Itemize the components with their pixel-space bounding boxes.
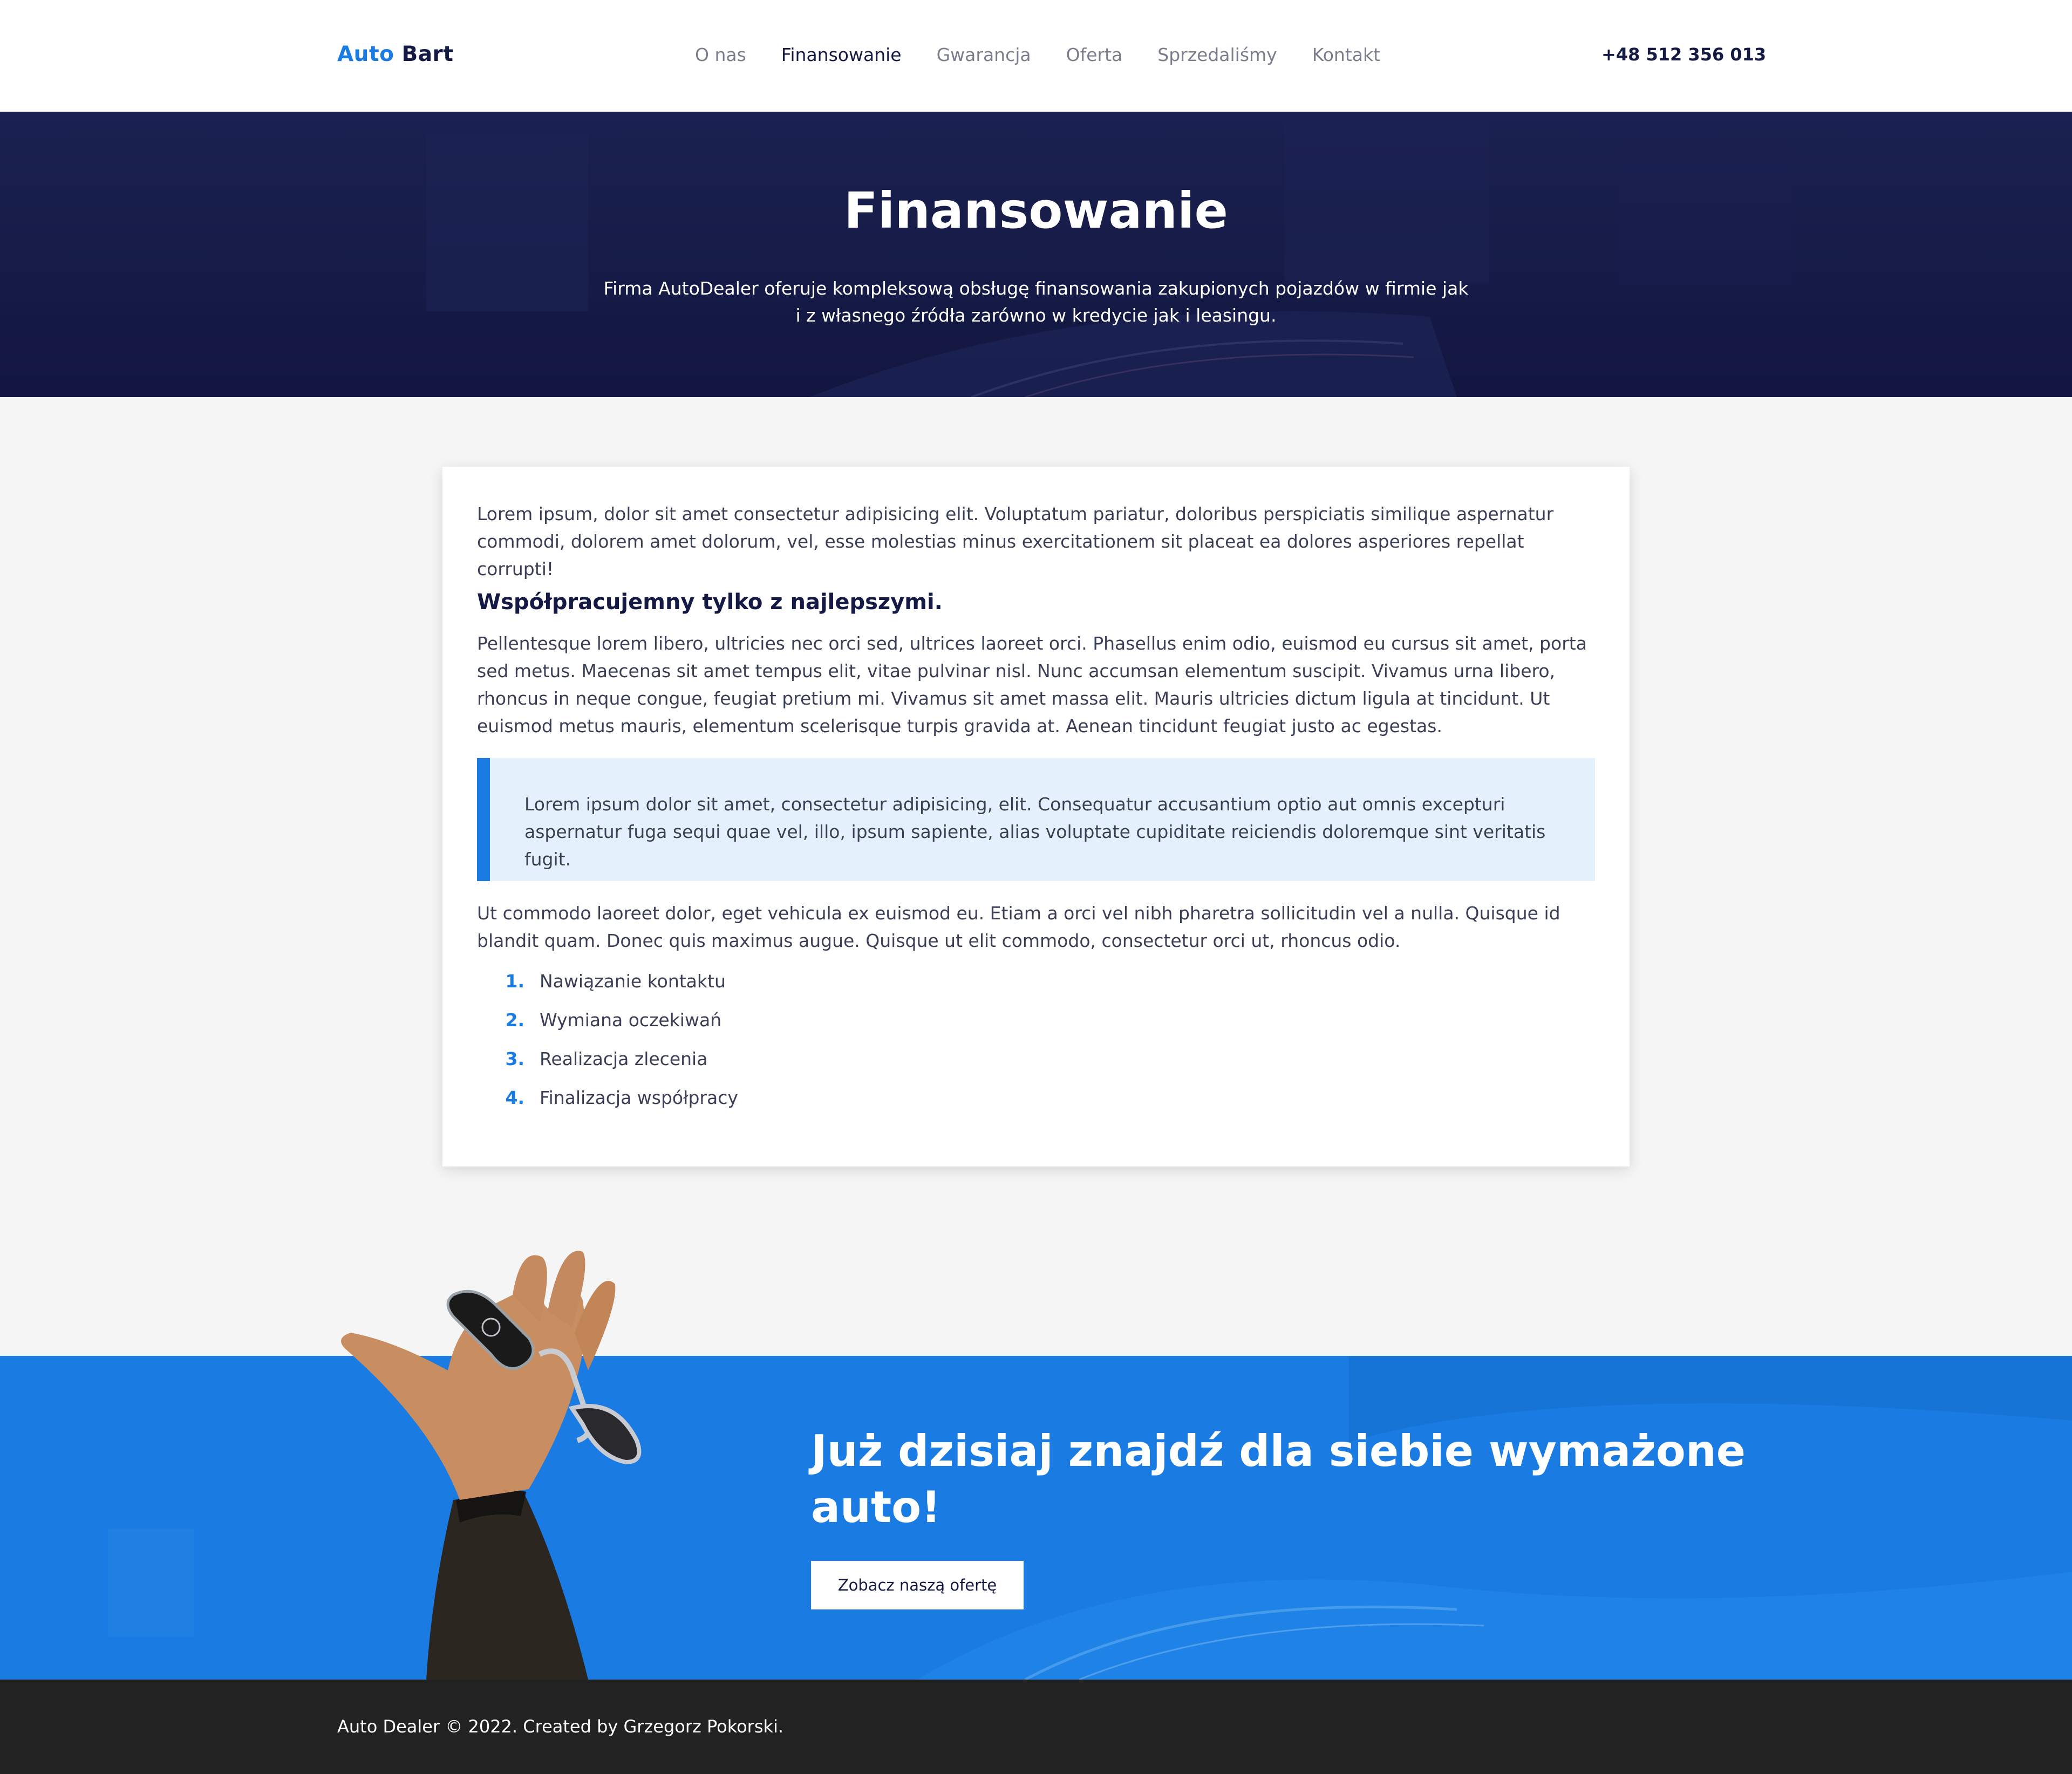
step-number: 3. (505, 1048, 525, 1069)
nav-item-sprzedalismy[interactable]: Sprzedaliśmy (1157, 44, 1277, 65)
main-nav: O nas Finansowanie Gwarancja Oferta Sprz… (695, 44, 1415, 65)
quote-text: Lorem ipsum dolor sit amet, consectetur … (524, 794, 1546, 870)
logo-auto: Auto (337, 42, 394, 66)
hero-banner: Finansowanie Firma AutoDealer oferuje ko… (0, 112, 2072, 397)
logo[interactable]: Auto Bart (337, 42, 453, 66)
step-number: 4. (505, 1087, 525, 1108)
content-card: Lorem ipsum, dolor sit amet consectetur … (442, 467, 1630, 1166)
page-title: Finansowanie (844, 182, 1228, 240)
list-item: 3. Realizacja zlecenia (491, 1045, 738, 1084)
step-label: Finalizacja współpracy (540, 1087, 738, 1108)
nav-item-finansowanie[interactable]: Finansowanie (781, 44, 902, 65)
cta-title: Już dzisiaj znajdź dla siebie wymażone a… (811, 1426, 1746, 1532)
hero-subtitle: Firma AutoDealer oferuje kompleksową obs… (603, 278, 1469, 326)
body-paragraph: Pellentesque lorem libero, ultricies nec… (477, 633, 1587, 736)
hand-with-car-keys-image (341, 1251, 642, 1680)
hero-background-image (0, 112, 2072, 397)
intro-paragraph: Lorem ipsum, dolor sit amet consectetur … (477, 503, 1554, 579)
nav-item-kontakt[interactable]: Kontakt (1312, 44, 1380, 65)
footer-copyright: Auto Dealer © 2022. Created by Grzegorz … (337, 1716, 784, 1737)
step-number: 1. (505, 971, 525, 992)
step-label: Nawiązanie kontaktu (540, 971, 726, 992)
nav-item-o-nas[interactable]: O nas (695, 44, 746, 65)
site-header: Auto Bart O nas Finansowanie Gwarancja O… (0, 0, 2072, 112)
body-paragraph-2: Ut commodo laoreet dolor, eget vehicula … (477, 903, 1560, 951)
step-number: 2. (505, 1009, 525, 1031)
see-offer-button[interactable]: Zobacz naszą ofertę (811, 1561, 1024, 1609)
logo-bart: Bart (401, 42, 454, 66)
list-item: 1. Nawiązanie kontaktu (491, 967, 738, 1006)
step-label: Realizacja zlecenia (540, 1048, 708, 1069)
section-heading: Współpracujemny tylko z najlepszymi. (477, 590, 943, 615)
site-footer: Auto Dealer © 2022. Created by Grzegorz … (0, 1680, 2072, 1774)
step-label: Wymiana oczekiwań (540, 1009, 722, 1031)
highlight-quote: Lorem ipsum dolor sit amet, consectetur … (477, 758, 1595, 881)
nav-item-oferta[interactable]: Oferta (1066, 44, 1123, 65)
list-item: 2. Wymiana oczekiwań (491, 1006, 738, 1045)
list-item: 4. Finalizacja współpracy (491, 1084, 738, 1123)
phone-link[interactable]: +48 512 356 013 (1601, 44, 1766, 65)
steps-list: 1. Nawiązanie kontaktu 2. Wymiana oczeki… (491, 967, 738, 1123)
nav-item-gwarancja[interactable]: Gwarancja (937, 44, 1031, 65)
